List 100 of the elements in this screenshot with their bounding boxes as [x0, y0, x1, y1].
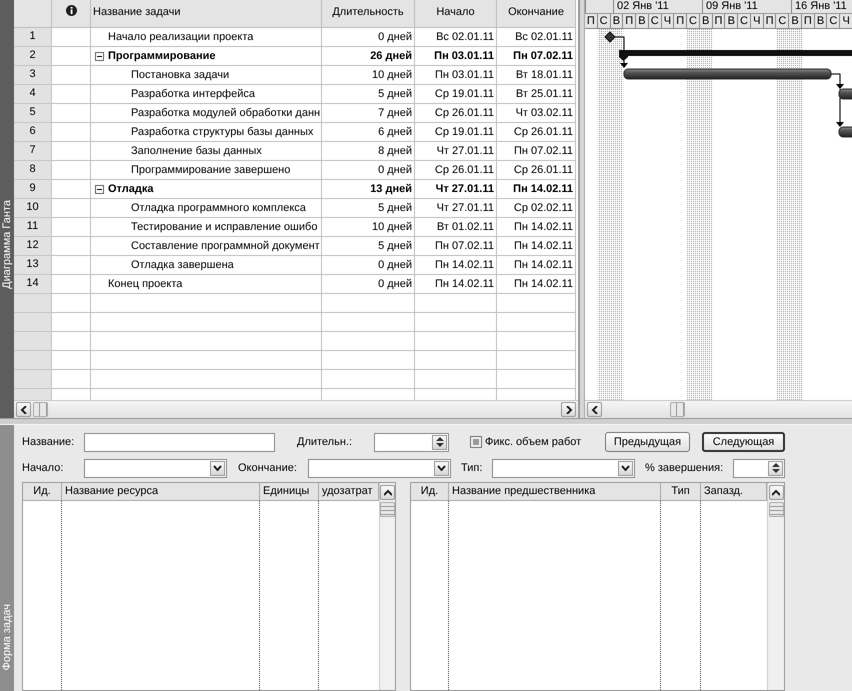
finish-date-cell: Ср 26.01.11	[497, 161, 576, 180]
caret-icon	[434, 460, 449, 476]
duration-cell: 26 дней	[322, 47, 415, 66]
start-date-cell: Чт 27.01.11	[415, 142, 497, 161]
day-label: П	[623, 14, 636, 28]
row-header-cell	[14, 370, 52, 389]
column-header[interactable]: Ид.	[23, 483, 62, 501]
duration-cell: 0 дней	[322, 275, 415, 294]
scroll-right-button[interactable]	[561, 402, 576, 417]
row-number: 2	[14, 47, 52, 66]
scroll-thumb[interactable]	[768, 502, 784, 517]
start-date-cell: Вс 02.01.11	[415, 28, 497, 47]
duration-cell: 13 дней	[322, 180, 415, 199]
finish-date-cell: Пн 14.02.11	[497, 180, 576, 199]
task-name-header[interactable]: Название задачи	[91, 0, 322, 28]
scroll-left-button[interactable]	[16, 402, 31, 417]
row-number: 10	[14, 199, 52, 218]
day-label: Ч	[750, 14, 764, 28]
column-header[interactable]: Тип	[661, 483, 701, 501]
field-label: Окончание:	[238, 462, 298, 474]
day-label: В	[789, 14, 802, 28]
info-icon	[66, 5, 76, 16]
duration-header[interactable]: Длительность	[322, 0, 415, 28]
spin-arrows-icon	[768, 460, 783, 476]
task-name: Отладка завершена	[131, 258, 234, 273]
dropdown-field[interactable]	[84, 458, 227, 478]
row-number: 11	[14, 218, 52, 237]
chevron-up-icon	[772, 488, 780, 496]
checkbox[interactable]	[470, 436, 482, 448]
column-header[interactable]: Единицы	[260, 483, 319, 501]
task-name: Начало реализации проекта	[108, 30, 254, 45]
collapse-toggle[interactable]	[95, 52, 104, 60]
scroll-left-button[interactable]	[587, 402, 602, 418]
day-label: С	[738, 14, 751, 28]
finish-date-cell: Пн 07.02.11	[497, 47, 576, 66]
field-label: Тип:	[461, 462, 484, 474]
task-name: Отладка программного комплекса	[131, 201, 306, 216]
duration-cell: 0 дней	[322, 256, 415, 275]
row-number: 7	[14, 142, 52, 161]
chevron-left-icon	[590, 406, 598, 414]
scroll-up-button[interactable]	[768, 485, 784, 500]
start-header[interactable]: Начало	[415, 0, 497, 28]
spin-arrows-icon	[432, 434, 447, 450]
day-label: В	[700, 14, 713, 28]
dependency-arrow	[614, 36, 628, 68]
finish-date-cell: Пн 14.02.11	[497, 237, 576, 256]
day-label: П	[585, 14, 598, 28]
field-label: Длительн.:	[297, 436, 354, 448]
day-label: П	[712, 14, 726, 28]
input-field[interactable]	[84, 432, 275, 452]
dropdown-field[interactable]	[492, 458, 635, 478]
collapse-toggle[interactable]	[95, 184, 104, 194]
scroll-thumb[interactable]	[670, 402, 685, 418]
row-header-cell	[14, 313, 52, 332]
duration-cell: 5 дней	[322, 237, 415, 256]
day-label: С	[687, 14, 700, 28]
finish-header[interactable]: Окончание	[497, 0, 576, 28]
spin-field[interactable]	[733, 458, 785, 478]
spin-field[interactable]	[374, 432, 449, 452]
start-date-cell: Ср 26.01.11	[415, 161, 497, 180]
column-header[interactable]: Запазд.	[701, 483, 767, 501]
duration-cell: 5 дней	[322, 199, 415, 218]
dropdown-field[interactable]	[308, 458, 451, 478]
start-date-cell: Ср 26.01.11	[415, 104, 497, 123]
day-label: П	[674, 14, 688, 28]
start-date-cell: Чт 27.01.11	[415, 180, 497, 199]
finish-date-cell: Пн 14.02.11	[497, 218, 576, 237]
day-label: В	[814, 14, 828, 28]
finish-date-cell: Пн 14.02.11	[497, 275, 576, 294]
day-label: Ч	[662, 14, 674, 28]
task-name: Программирование	[108, 49, 216, 64]
day-label: В	[725, 14, 738, 28]
column-header[interactable]: Название предшественника	[449, 483, 661, 501]
finish-date-cell: Ср 26.01.11	[497, 123, 576, 142]
field-label: % завершения:	[645, 462, 724, 474]
task-name: Разработка интерфейса	[131, 87, 255, 102]
scroll-up-button[interactable]	[380, 485, 395, 500]
start-date-cell: Чт 27.01.11	[415, 199, 497, 218]
day-label: С	[598, 14, 611, 28]
column-header[interactable]: удозатрат	[319, 483, 379, 501]
finish-date-cell: Ср 02.02.11	[497, 199, 576, 218]
start-date-cell: Пн 03.01.11	[415, 66, 497, 85]
duration-cell: 10 дней	[322, 218, 415, 237]
nav-button[interactable]: Предыдущая	[605, 432, 690, 452]
column-header[interactable]: Ид.	[411, 483, 449, 501]
start-date-cell: Вт 01.02.11	[415, 218, 497, 237]
nav-button[interactable]: Следующая	[702, 432, 785, 452]
scroll-thumb[interactable]	[33, 402, 48, 417]
task-name: Тестирование и исправление ошибо	[131, 220, 318, 235]
finish-date-cell: Пн 14.02.11	[497, 256, 576, 275]
task-name: Заполнение базы данных	[131, 144, 262, 159]
chevron-left-icon	[20, 406, 28, 414]
row-number: 4	[14, 85, 52, 104]
duration-cell: 5 дней	[322, 85, 415, 104]
scroll-thumb[interactable]	[380, 502, 395, 517]
caret-icon	[210, 460, 225, 476]
duration-cell: 0 дней	[322, 28, 415, 47]
column-header[interactable]: Название ресурса	[62, 483, 260, 501]
milestone-icon	[604, 31, 616, 43]
row-header-cell	[14, 351, 52, 370]
